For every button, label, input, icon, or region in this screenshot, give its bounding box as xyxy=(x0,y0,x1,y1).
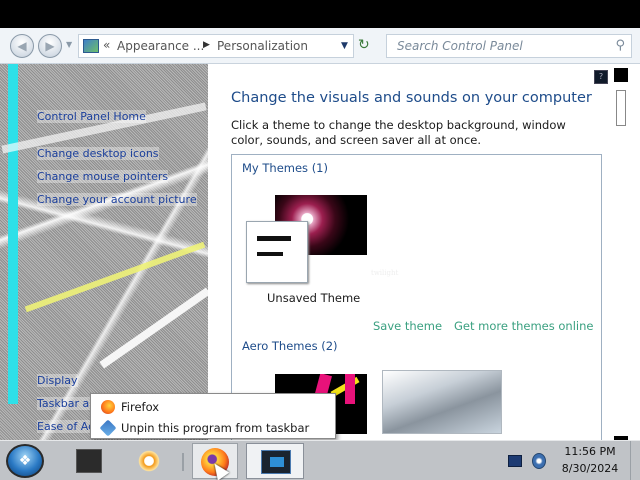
jumplist-item-label: Unpin this program from taskbar xyxy=(121,421,310,435)
paint-splash xyxy=(345,374,355,404)
back-arrow-icon: ◀ xyxy=(17,39,27,53)
display-link[interactable]: Display xyxy=(37,374,78,387)
theme-thumbnail-caption: twilight xyxy=(371,269,399,277)
taskbar-separator xyxy=(182,453,184,471)
address-dropdown-icon[interactable]: ▼ xyxy=(341,41,348,51)
taskbar-explorer-button[interactable] xyxy=(66,443,112,479)
change-mouse-pointers-link[interactable]: Change mouse pointers xyxy=(37,170,169,183)
wallpaper-streak xyxy=(99,287,208,369)
network-icon[interactable] xyxy=(508,455,522,467)
personalization-window: ◀ ▶ ▼ « Appearance ... ▶ Personalization… xyxy=(0,28,640,450)
aero-themes-header: Aero Themes (2) xyxy=(242,339,338,353)
scroll-up-button[interactable] xyxy=(614,68,628,82)
breadcrumb-appearance[interactable]: Appearance ... xyxy=(117,39,204,53)
wallpaper-streak xyxy=(24,241,206,313)
firefox-icon xyxy=(101,400,115,414)
change-desktop-icons-link[interactable]: Change desktop icons xyxy=(37,147,159,160)
jumplist-item-firefox[interactable]: Firefox xyxy=(97,397,331,417)
address-bar: ◀ ▶ ▼ « Appearance ... ▶ Personalization… xyxy=(0,28,640,64)
navigation-pane: Control Panel Home Change desktop icons … xyxy=(0,64,208,440)
windows-logo-icon: ❖ xyxy=(18,453,32,469)
back-button[interactable]: ◀ xyxy=(10,34,34,58)
page-title: Change the visuals and sounds on your co… xyxy=(231,90,592,106)
wallpaper-stripe xyxy=(8,64,18,404)
breadcrumb-personalization[interactable]: Personalization xyxy=(217,39,308,53)
breadcrumb-overflow-icon[interactable]: « xyxy=(103,38,110,52)
content-pane: Change the visuals and sounds on your co… xyxy=(208,64,612,444)
search-icon[interactable]: ⚲ xyxy=(615,38,625,53)
theme-window-preview[interactable] xyxy=(246,221,308,283)
jumplist-item-label: Firefox xyxy=(121,400,160,414)
breadcrumb[interactable]: « Appearance ... ▶ Personalization ▼ xyxy=(78,34,354,58)
search-placeholder: Search Control Panel xyxy=(397,39,523,53)
forward-button[interactable]: ▶ xyxy=(38,34,62,58)
desktop-screen: ◀ ▶ ▼ « Appearance ... ▶ Personalization… xyxy=(0,0,640,480)
search-input[interactable]: Search Control Panel ⚲ xyxy=(386,34,632,58)
pin-icon xyxy=(99,419,117,437)
media-player-icon xyxy=(136,449,162,473)
get-more-themes-link[interactable]: Get more themes online xyxy=(454,319,593,333)
explorer-icon xyxy=(76,449,102,473)
start-button[interactable]: ❖ xyxy=(6,444,44,478)
page-description: Click a theme to change the desktop back… xyxy=(231,118,566,147)
volume-icon[interactable] xyxy=(532,453,546,469)
clock-time[interactable]: 11:56 PM xyxy=(555,445,625,458)
breadcrumb-arrow-icon[interactable]: ▶ xyxy=(203,40,210,50)
ease-of-access-link[interactable]: Ease of Ac xyxy=(37,420,95,433)
my-themes-header: My Themes (1) xyxy=(242,161,328,175)
recent-pages-dropdown-icon[interactable]: ▼ xyxy=(66,40,72,49)
control-panel-icon xyxy=(83,39,99,53)
save-theme-link[interactable]: Save theme xyxy=(373,319,442,333)
preview-bar xyxy=(257,252,283,256)
taskbar-control-panel-button[interactable] xyxy=(246,443,304,479)
vertical-scrollbar[interactable]: ? xyxy=(594,64,640,450)
taskbar-jump-list: Firefox Unpin this program from taskbar xyxy=(90,393,336,439)
change-account-picture-link[interactable]: Change your account picture xyxy=(37,193,197,206)
preview-bar xyxy=(257,236,291,241)
taskbar: ❖ 11:56 PM 8/30/2024 xyxy=(0,440,640,480)
unsaved-theme-label[interactable]: Unsaved Theme xyxy=(267,291,360,305)
control-panel-home-link[interactable]: Control Panel Home xyxy=(37,110,146,123)
jumplist-item-unpin[interactable]: Unpin this program from taskbar xyxy=(97,418,331,438)
show-desktop-button[interactable] xyxy=(630,441,640,480)
control-panel-icon xyxy=(261,450,291,474)
help-icon[interactable]: ? xyxy=(594,70,608,84)
taskbar-media-player-button[interactable] xyxy=(126,443,172,479)
refresh-icon[interactable]: ↻ xyxy=(358,37,370,53)
clock-date[interactable]: 8/30/2024 xyxy=(555,462,625,475)
scroll-thumb[interactable] xyxy=(616,90,626,126)
forward-arrow-icon: ▶ xyxy=(45,39,55,53)
aero-theme-thumbnail[interactable] xyxy=(382,370,502,434)
